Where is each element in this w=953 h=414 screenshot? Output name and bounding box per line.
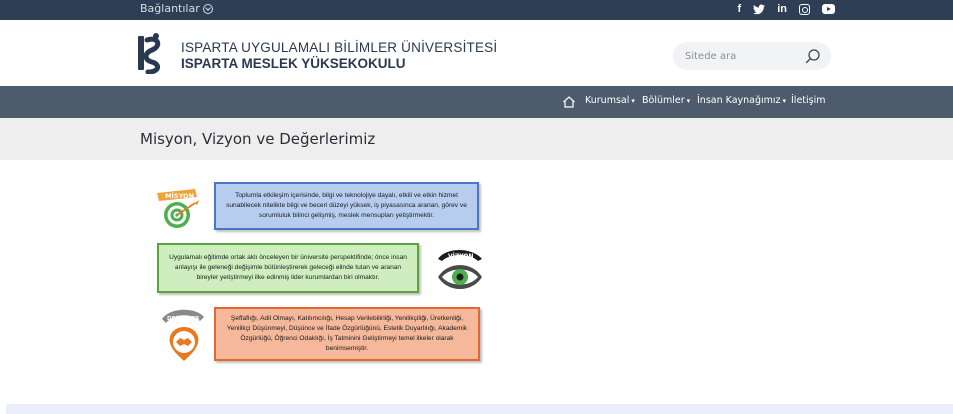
- values-text-box: Şeffaflığı, Adil Olmayı, Katılımcılığı, …: [214, 307, 480, 361]
- university-name[interactable]: ISPARTA UYGULAMALI BİLİMLER ÜNİVERSİTESİ: [181, 40, 497, 55]
- mission-text-box: Toplumla etkileşim içerisinde, bilgi ve …: [214, 182, 479, 230]
- caret-down-icon: ▾: [686, 97, 691, 105]
- university-logo[interactable]: [138, 32, 162, 74]
- nav-item-iletisim[interactable]: İletişim: [791, 95, 826, 106]
- chevron-down-icon: [202, 3, 213, 14]
- mission-text: Toplumla etkileşim içerisinde, bilgi ve …: [226, 192, 467, 219]
- nav-item-insan-kaynagimiz[interactable]: İnsan Kaynağımız ▾: [697, 95, 786, 106]
- page-title: Misyon, Vizyon ve Değerlerimiz: [140, 130, 376, 148]
- nav-item-kurumsal[interactable]: Kurumsal ▾: [585, 95, 635, 106]
- values-badge: DEĞERLER: [167, 315, 200, 322]
- facebook-icon[interactable]: f: [738, 3, 742, 15]
- vision-eye-icon: VİZYON: [438, 250, 482, 289]
- mission-target-icon: MİSYON: [157, 189, 199, 228]
- links-dropdown[interactable]: Bağlantılar: [140, 2, 213, 15]
- youtube-icon[interactable]: [822, 4, 835, 14]
- values-handshake-icon: DEĞERLER: [162, 309, 204, 361]
- vision-text: Uygulamalı eğitimde ortak aklı önceleyen…: [169, 254, 407, 281]
- search-box: [673, 42, 831, 70]
- main-nav: Kurumsal ▾ Bölümler ▾ İnsan Kaynağımız ▾ İl…: [0, 86, 953, 118]
- vision-badge: VİZYON: [448, 253, 473, 260]
- social-links: f in: [738, 3, 835, 15]
- school-name[interactable]: ISPARTA MESLEK YÜKSEKOKULU: [181, 56, 406, 71]
- search-input[interactable]: [685, 47, 795, 65]
- linkedin-icon[interactable]: in: [777, 3, 787, 15]
- values-text: Şeffaflığı, Adil Olmayı, Katılımcılığı, …: [226, 315, 468, 352]
- footer-band: [6, 404, 953, 414]
- instagram-icon[interactable]: [799, 3, 810, 15]
- twitter-icon[interactable]: [753, 4, 766, 15]
- mission-badge: MİSYON: [165, 191, 194, 200]
- caret-down-icon: ▾: [631, 97, 635, 105]
- vision-text-box: Uygulamalı eğitimde ortak aklı önceleyen…: [157, 243, 419, 293]
- nav-item-bolumler[interactable]: Bölümler ▾: [642, 95, 690, 106]
- search-icon[interactable]: [805, 48, 821, 64]
- caret-down-icon: ▾: [782, 97, 787, 105]
- page-title-bar: Misyon, Vizyon ve Değerlerimiz: [0, 118, 953, 160]
- top-bar: Bağlantılar f in: [0, 0, 953, 20]
- site-header: ISPARTA UYGULAMALI BİLİMLER ÜNİVERSİTESİ…: [0, 20, 953, 86]
- links-label: Bağlantılar: [140, 2, 200, 15]
- home-icon[interactable]: [562, 95, 576, 109]
